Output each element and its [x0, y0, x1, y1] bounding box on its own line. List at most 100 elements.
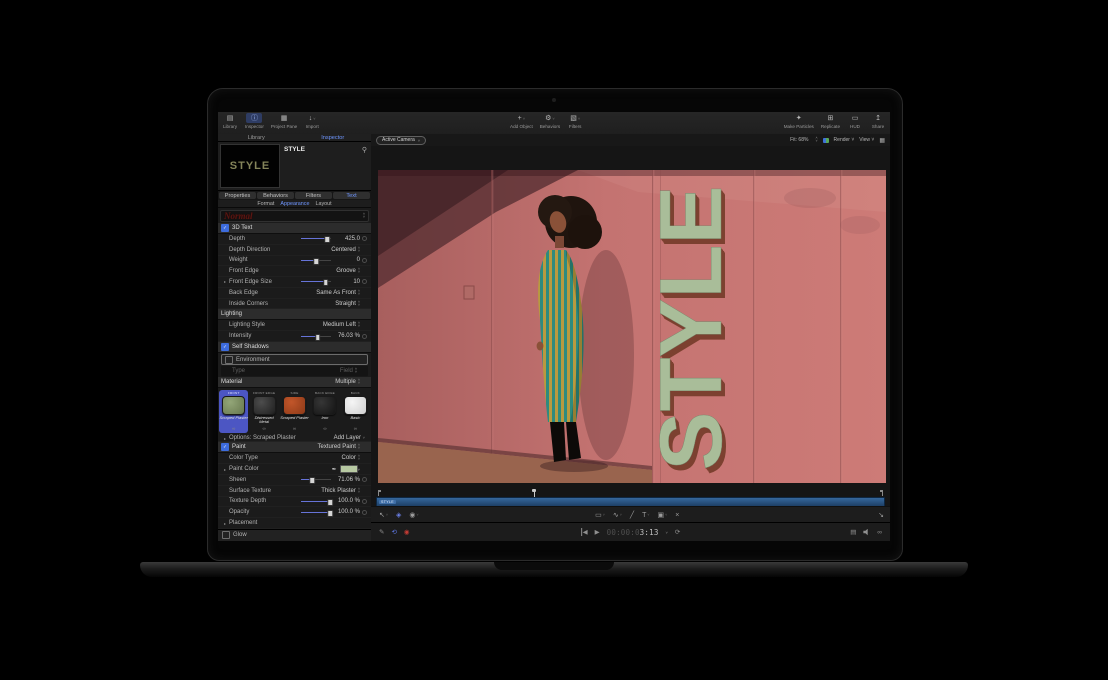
- row-glow[interactable]: Glow: [218, 529, 371, 541]
- row-placement[interactable]: ▸Placement: [218, 518, 371, 529]
- play-range-end[interactable]: [882, 490, 883, 496]
- row-environment[interactable]: Environment: [221, 354, 368, 365]
- link-icon[interactable]: ∞: [232, 426, 235, 431]
- toolbar-button-hud[interactable]: ▭HUD: [847, 113, 863, 129]
- transform-3d-tool[interactable]: ◈: [396, 511, 401, 519]
- checkbox[interactable]: [225, 356, 233, 364]
- toolbar-button-import[interactable]: ↓˅Import: [304, 113, 320, 129]
- slider-thumb[interactable]: [327, 499, 333, 506]
- tracker-tool[interactable]: ×: [675, 512, 679, 519]
- tab-library[interactable]: Library: [218, 134, 295, 141]
- keyframe-icon[interactable]: [360, 477, 367, 482]
- line-tool[interactable]: ╱: [630, 511, 634, 519]
- slider-thumb[interactable]: [315, 334, 321, 341]
- loop-range[interactable]: ⟲: [391, 528, 396, 536]
- material-swatch[interactable]: [253, 396, 276, 415]
- add-layer-button[interactable]: Add Layer ˅: [334, 435, 365, 441]
- slider-intensity[interactable]: [301, 336, 331, 337]
- previous-frame-button[interactable]: ◀: [581, 528, 588, 536]
- slider-thumb[interactable]: [327, 510, 333, 517]
- stepper-icon[interactable]: ˄˅: [358, 444, 360, 450]
- text-style-preview[interactable]: Normal ˄˅: [220, 210, 369, 222]
- stepper-icon[interactable]: ˄˅: [815, 137, 817, 143]
- link-toggle[interactable]: ∞: [877, 529, 882, 536]
- eyedropper-icon[interactable]: ✒: [332, 466, 337, 473]
- section-header-paint[interactable]: ✓PaintTextured Paint˄˅: [218, 442, 371, 453]
- keyframe-icon[interactable]: [360, 334, 367, 339]
- stepper-icon[interactable]: ˄˅: [358, 455, 360, 461]
- material-swatch[interactable]: [222, 396, 245, 415]
- section-header-3d-text[interactable]: ✓3D Text: [218, 223, 371, 234]
- stepper-icon[interactable]: ˄˅: [363, 213, 365, 219]
- slider-texture-depth[interactable]: [301, 501, 331, 502]
- stepper-icon[interactable]: ˄˅: [358, 379, 360, 385]
- stepper-icon[interactable]: ˄˅: [355, 368, 357, 374]
- slider-thumb[interactable]: [323, 279, 329, 286]
- row-surface-texture[interactable]: Surface TextureThick Plaster˄˅: [218, 486, 371, 497]
- material-tile-side[interactable]: SIDEScraped Plaster∞: [280, 390, 309, 433]
- play-button[interactable]: ▶: [595, 528, 600, 536]
- material-tile-back[interactable]: BACKBasic∞: [341, 390, 370, 433]
- toolbar-button-replicate[interactable]: ⊞Replicate: [821, 113, 840, 129]
- tab-behaviors[interactable]: Behaviors: [257, 192, 294, 199]
- material-swatch[interactable]: [283, 396, 306, 415]
- row-texture-depth[interactable]: Texture Depth100.0 %: [218, 497, 371, 508]
- stepper-icon[interactable]: ˄˅: [358, 247, 360, 253]
- material-tile-back-edge[interactable]: BACK EDGEIron∞: [310, 390, 339, 433]
- stepper-icon[interactable]: ˄˅: [358, 290, 360, 296]
- toolbar-button-inspector[interactable]: ⓘInspector: [245, 113, 264, 129]
- slider-opacity[interactable]: [301, 512, 331, 513]
- slider-weight[interactable]: [301, 260, 331, 261]
- checkbox[interactable]: ✓: [221, 343, 229, 351]
- row-opacity[interactable]: Opacity100.0 %: [218, 507, 371, 518]
- slider-thumb[interactable]: [310, 477, 316, 484]
- row-inside-corners[interactable]: Inside CornersStraight˄˅: [218, 299, 371, 310]
- toolbar-button-library[interactable]: ▤Library: [222, 113, 238, 129]
- layout-grid-icon[interactable]: ▦: [879, 137, 885, 144]
- audio-toggle[interactable]: [863, 529, 870, 536]
- tab-filters[interactable]: Filters: [295, 192, 332, 199]
- row-lighting-style[interactable]: Lighting StyleMedium Left˄˅: [218, 320, 371, 331]
- stepper-icon[interactable]: ˄˅: [358, 488, 360, 494]
- row-depth[interactable]: Depth425.0: [218, 234, 371, 245]
- row-front-edge-size[interactable]: ▸Front Edge Size10: [218, 277, 371, 288]
- keyframe-icon[interactable]: [360, 258, 367, 263]
- pin-icon[interactable]: ⚲: [362, 146, 367, 154]
- paint-color-swatch[interactable]: [340, 465, 358, 473]
- link-icon[interactable]: ∞: [354, 426, 357, 431]
- link-icon[interactable]: ∞: [263, 426, 266, 431]
- row-weight[interactable]: Weight0: [218, 256, 371, 267]
- toolbar-button-share[interactable]: ↥Share: [870, 113, 886, 129]
- timeline-view-toggle[interactable]: ▤: [850, 528, 856, 536]
- row-front-edge[interactable]: Front EdgeGroove˄˅: [218, 266, 371, 277]
- stepper-icon[interactable]: ˄˅: [358, 268, 360, 274]
- record-animation[interactable]: ◉: [404, 528, 410, 536]
- chevron-down-icon[interactable]: ˅: [666, 530, 668, 535]
- row-color-type[interactable]: Color TypeColor˄˅: [218, 453, 371, 464]
- material-swatch[interactable]: [344, 396, 367, 415]
- keyframe-icon[interactable]: [360, 279, 367, 284]
- stepper-icon[interactable]: ˄˅: [358, 301, 360, 307]
- image-mask-tool[interactable]: ▣˅: [657, 511, 667, 519]
- section-header-lighting[interactable]: Lighting: [218, 309, 371, 320]
- material-options-row[interactable]: ▸ Options: Scraped Plaster Add Layer ˅: [218, 435, 371, 443]
- select-tool[interactable]: ↖˅: [379, 511, 388, 519]
- row-type[interactable]: TypeField˄˅: [221, 366, 368, 377]
- keyframe-icon[interactable]: [360, 236, 367, 241]
- timecode-display[interactable]: 00:00:03:13: [607, 528, 659, 537]
- subtab-layout[interactable]: Layout: [315, 201, 331, 207]
- subtab-format[interactable]: Format: [257, 201, 274, 207]
- row-depth-direction[interactable]: Depth DirectionCentered˄˅: [218, 245, 371, 256]
- text-tool[interactable]: T˅: [642, 512, 649, 519]
- row-self-shadows[interactable]: ✓Self Shadows: [218, 342, 371, 353]
- link-icon[interactable]: ∞: [323, 426, 326, 431]
- slider-depth[interactable]: [301, 238, 331, 239]
- show-keyframes[interactable]: ✎: [379, 528, 384, 536]
- row-paint-color[interactable]: ▸Paint Color✒ ˅: [218, 464, 371, 475]
- checkbox[interactable]: [222, 531, 230, 539]
- render-menu[interactable]: Render ˅: [834, 137, 855, 143]
- row-intensity[interactable]: Intensity76.03 %: [218, 331, 371, 342]
- material-swatch[interactable]: [313, 396, 336, 415]
- toolbar-button-filters[interactable]: ▧˅Filters: [567, 113, 583, 129]
- loop-playback-icon[interactable]: ⟳: [675, 528, 680, 536]
